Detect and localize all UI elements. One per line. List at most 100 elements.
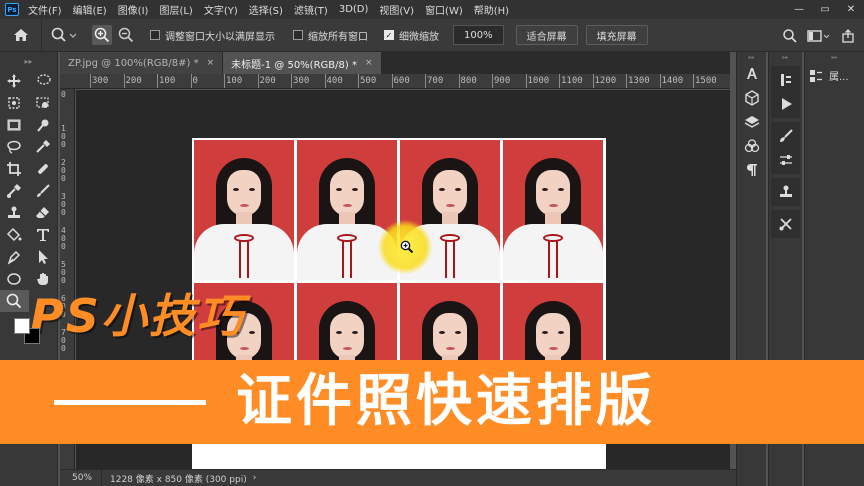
character-panel-button[interactable] [737, 62, 766, 86]
lasso-tool[interactable] [29, 70, 58, 92]
ruler-label: 600 [393, 76, 410, 86]
color-sampler-tool[interactable] [0, 180, 29, 202]
photo-ribbon [247, 240, 249, 278]
menu-file[interactable]: 文件(F) [28, 2, 62, 17]
resize-windows-checkbox[interactable] [150, 30, 160, 40]
home-icon [13, 29, 28, 41]
ruler-tick [525, 74, 527, 88]
panel-grip[interactable]: ▸▸ [0, 52, 57, 70]
history-panel-button[interactable] [771, 68, 800, 92]
eyedropper-tool[interactable] [29, 136, 58, 158]
scrubby-zoom-label: 细微缩放 [399, 31, 439, 43]
brush-tool[interactable] [29, 180, 58, 202]
ruler-label: 200 [61, 158, 66, 183]
panel-grip[interactable]: ▸▸ [769, 52, 802, 62]
photoshop-logo-icon[interactable]: Ps [5, 3, 19, 16]
minimize-button[interactable]: — [786, 4, 812, 15]
zoom-tool[interactable] [0, 290, 29, 312]
status-zoom[interactable]: 50% [60, 469, 102, 486]
photo-ribbon-bow [337, 234, 357, 242]
document-info[interactable]: 1228 像素 x 850 像素 (300 ppi) [102, 472, 247, 485]
fit-screen-button[interactable]: 适合屏幕 [515, 25, 578, 45]
horizontal-ruler[interactable]: 300 200 100 0 100 200 300 400 500 600 700 800 900 100… [60, 74, 730, 89]
tab-close-icon[interactable]: × [365, 58, 373, 68]
zoom-all-windows-checkbox[interactable] [293, 30, 303, 40]
menu-3d[interactable]: 3D(D) [339, 4, 369, 15]
healing-brush-tool[interactable] [29, 158, 58, 180]
crop-tool[interactable] [0, 158, 29, 180]
photo-eye [439, 188, 445, 191]
home-button[interactable] [0, 18, 42, 52]
properties-label: 属... [829, 72, 849, 83]
zoom-out-button[interactable] [116, 25, 136, 45]
scrubby-zoom-checkbox[interactable]: ✓ [384, 30, 394, 40]
paragraph-panel-button[interactable] [737, 158, 766, 182]
menu-filter[interactable]: 滤镜(T) [294, 2, 328, 17]
menu-edit[interactable]: 编辑(E) [73, 2, 107, 17]
share-button[interactable] [838, 26, 858, 46]
panel-grip[interactable]: ▸▸ [737, 52, 766, 62]
brushes-panel-button[interactable] [771, 124, 800, 148]
path-selection-tool[interactable] [29, 246, 58, 268]
workspace-button[interactable] [806, 26, 832, 46]
lasso-select-tool[interactable] [0, 136, 29, 158]
move-tool[interactable] [0, 70, 29, 92]
menu-image[interactable]: 图像(I) [118, 2, 149, 17]
eraser-tool[interactable] [29, 202, 58, 224]
menu-select[interactable]: 选择(S) [249, 2, 283, 17]
tab-zp-jpg[interactable]: ZP.jpg @ 100%(RGB/8#) * × [60, 52, 224, 74]
quick-selection-tool[interactable] [29, 92, 58, 114]
menu-type[interactable]: 文字(Y) [204, 2, 238, 17]
ruler-label: 1400 [661, 76, 684, 86]
workspace-icon [807, 29, 830, 42]
tab-close-icon[interactable]: × [207, 58, 215, 68]
photo-ribbon [239, 240, 241, 278]
marquee-tool[interactable] [0, 114, 29, 136]
3d-panel-button[interactable] [737, 86, 766, 110]
menu-layer[interactable]: 图层(L) [159, 2, 192, 17]
ruler-label: 100 [159, 76, 176, 86]
clone-source-button[interactable] [771, 180, 800, 204]
panel-grip[interactable]: ▸▸ [805, 52, 864, 62]
tab-untitled-1[interactable]: 未标题-1 @ 50%(RGB/8) * × [223, 52, 382, 74]
layers-panel-button[interactable] [737, 110, 766, 134]
menu-window[interactable]: 窗口(W) [425, 2, 463, 17]
ruler-label: 200 [259, 76, 276, 86]
lasso-icon [37, 74, 51, 85]
photo-ribbon-bow [234, 234, 254, 242]
tool-presets-button[interactable] [771, 212, 800, 236]
magic-wand-tool[interactable] [29, 114, 58, 136]
artboard-tool[interactable] [0, 92, 29, 114]
search-button[interactable] [780, 26, 800, 46]
photo-face [536, 313, 570, 359]
clone-stamp-tool[interactable] [0, 202, 29, 224]
zoom-percent-field[interactable]: 100% [453, 25, 504, 45]
ruler-label: 0 [61, 90, 66, 99]
pen-tool[interactable] [0, 246, 29, 268]
fill-screen-button[interactable]: 填充屏幕 [585, 25, 648, 45]
zoom-in-button[interactable] [92, 25, 112, 45]
crop-icon [7, 162, 22, 176]
ruler-tick [358, 74, 359, 88]
photo-shirt [194, 224, 294, 280]
zoom-tool-preset[interactable] [48, 25, 80, 45]
brush-settings-button[interactable] [771, 148, 800, 172]
channels-panel-button[interactable] [737, 134, 766, 158]
maximize-button[interactable]: ▭ [812, 4, 838, 15]
ellipse-tool[interactable] [0, 268, 29, 290]
status-menu-arrow[interactable]: › [253, 473, 257, 483]
character-icon [746, 68, 757, 79]
menu-view[interactable]: 视图(V) [379, 2, 414, 17]
ruler-label: 500 [360, 76, 377, 86]
zoom-cursor-icon [400, 240, 414, 254]
ruler-label: 1100 [561, 76, 583, 86]
properties-panel-tab[interactable]: 属... [805, 62, 864, 89]
menu-help[interactable]: 帮助(H) [474, 2, 509, 17]
photo-shirt [503, 224, 603, 280]
foreground-color-swatch[interactable] [14, 318, 30, 334]
close-button[interactable]: ✕ [838, 4, 864, 15]
photo-eye [249, 331, 255, 334]
type-tool[interactable] [29, 224, 58, 246]
paint-bucket-tool[interactable] [0, 224, 29, 246]
actions-panel-button[interactable] [771, 92, 800, 116]
